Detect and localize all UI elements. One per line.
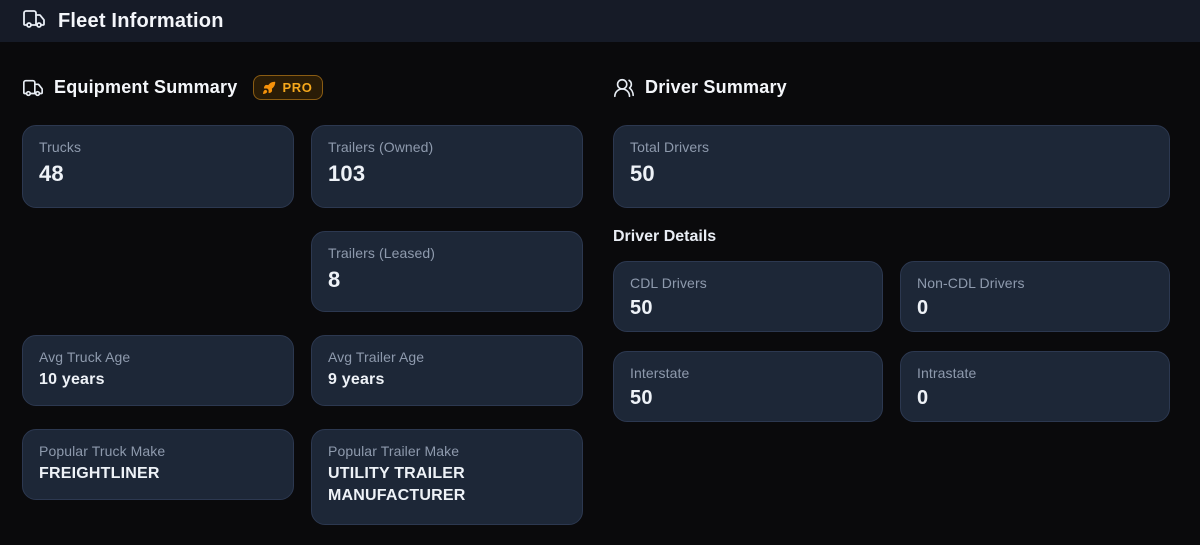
card-popular-trailer-make: Popular Trailer Make UTILITY TRAILER MAN… [311, 429, 583, 525]
stat-label: Total Drivers [630, 139, 1153, 155]
stat-value: 8 [328, 265, 566, 295]
stat-value: 50 [630, 385, 866, 412]
driver-details-grid: CDL Drivers 50 Non-CDL Drivers 0 Interst… [613, 261, 1170, 422]
pro-badge[interactable]: PRO [253, 75, 323, 100]
stat-value: 0 [917, 295, 1153, 322]
card-non-cdl-drivers: Non-CDL Drivers 0 [900, 261, 1170, 332]
equipment-cards-grid: Trucks 48 Trailers (Owned) 103 Trailers … [22, 125, 583, 525]
driver-summary-section: Driver Summary Total Drivers 50 Driver D… [613, 74, 1170, 525]
stat-label: Avg Truck Age [39, 349, 277, 365]
top-header-bar: Fleet Information [0, 0, 1200, 42]
stat-value: 50 [630, 295, 866, 322]
truck-icon [22, 7, 46, 36]
stat-label: CDL Drivers [630, 275, 866, 291]
stat-label: Trucks [39, 139, 277, 155]
stat-value: UTILITY TRAILER MANUFACTURER [328, 463, 566, 506]
card-intrastate: Intrastate 0 [900, 351, 1170, 422]
driver-summary-header: Driver Summary [613, 74, 1170, 101]
stat-value: 48 [39, 159, 277, 189]
equipment-summary-header: Equipment Summary PRO [22, 74, 583, 101]
stat-label: Intrastate [917, 365, 1153, 381]
driver-summary-title: Driver Summary [645, 77, 787, 98]
driver-details-title: Driver Details [613, 228, 1170, 246]
stat-label: Trailers (Owned) [328, 139, 566, 155]
card-popular-truck-make: Popular Truck Make FREIGHTLINER [22, 429, 294, 500]
stat-label: Avg Trailer Age [328, 349, 566, 365]
page-title: Fleet Information [58, 10, 224, 33]
stat-value: 0 [917, 385, 1153, 412]
card-trailers-leased: Trailers (Leased) 8 [311, 231, 583, 312]
stat-value: 50 [630, 159, 1153, 189]
stat-value: 9 years [328, 369, 566, 391]
card-cdl-drivers: CDL Drivers 50 [613, 261, 883, 332]
stat-label: Trailers (Leased) [328, 245, 566, 261]
equipment-summary-section: Equipment Summary PRO Trucks 48 Trailers… [22, 74, 583, 525]
stat-label: Popular Truck Make [39, 443, 277, 459]
stat-value: FREIGHTLINER [39, 463, 277, 485]
truck-icon [22, 77, 44, 99]
pro-badge-label: PRO [282, 80, 312, 95]
stat-label: Interstate [630, 365, 866, 381]
card-total-drivers: Total Drivers 50 [613, 125, 1170, 208]
card-interstate: Interstate 50 [613, 351, 883, 422]
stat-value: 10 years [39, 369, 277, 391]
card-trucks: Trucks 48 [22, 125, 294, 208]
stat-value: 103 [328, 159, 566, 189]
card-avg-truck-age: Avg Truck Age 10 years [22, 335, 294, 406]
content: Equipment Summary PRO Trucks 48 Trailers… [0, 42, 1200, 545]
card-trailers-owned: Trailers (Owned) 103 [311, 125, 583, 208]
equipment-summary-title: Equipment Summary [54, 77, 237, 98]
stat-label: Non-CDL Drivers [917, 275, 1153, 291]
card-avg-trailer-age: Avg Trailer Age 9 years [311, 335, 583, 406]
rocket-icon [262, 81, 276, 95]
users-icon [613, 77, 635, 99]
stat-label: Popular Trailer Make [328, 443, 566, 459]
